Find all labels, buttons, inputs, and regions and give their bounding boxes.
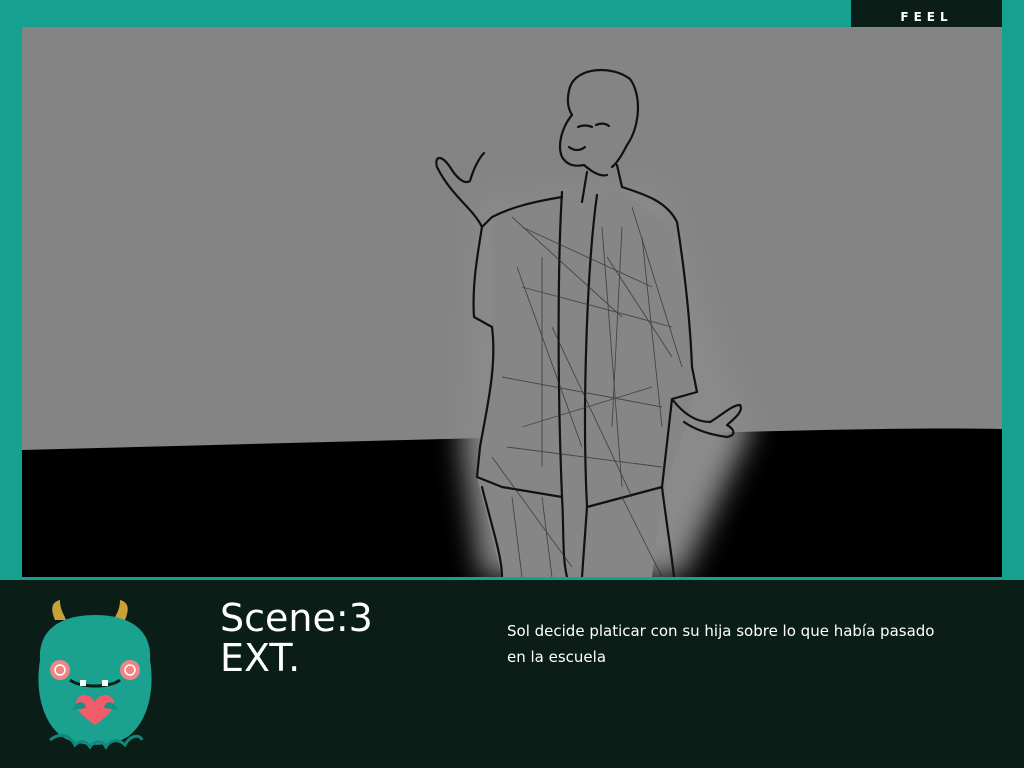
sketch-illustration [22,68,1002,577]
scene-number: Scene:3 [220,596,373,640]
storyboard-frame [22,27,1002,577]
monster-mascot-icon [38,600,152,750]
scene-heading: Scene:3 EXT. [220,598,373,678]
scene-caption: Sol decide platicar con su hija sobre lo… [507,622,935,666]
scene-footer: Scene:3 EXT. Sol decide platicar con su … [0,580,1024,768]
scene-location: EXT. [220,636,301,680]
feel-tag: FEEL [851,0,1002,27]
